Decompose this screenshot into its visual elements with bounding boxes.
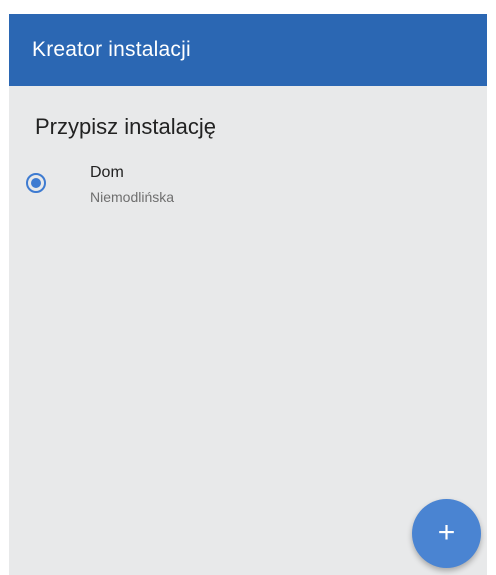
plus-icon: + bbox=[437, 515, 456, 549]
installation-list-item[interactable]: Dom Niemodlińska bbox=[9, 162, 487, 212]
app-bar: Kreator instalacji bbox=[9, 14, 487, 86]
radio-selected-dot bbox=[31, 178, 41, 188]
app-screen: Kreator instalacji Przypisz instalację D… bbox=[9, 14, 487, 575]
section-title: Przypisz instalację bbox=[35, 114, 216, 139]
installation-name: Dom bbox=[90, 164, 124, 181]
app-bar-title: Kreator instalacji bbox=[32, 38, 191, 61]
add-installation-button[interactable]: + bbox=[412, 499, 481, 568]
installation-address: Niemodlińska bbox=[90, 189, 175, 205]
radio-button[interactable] bbox=[26, 173, 46, 193]
